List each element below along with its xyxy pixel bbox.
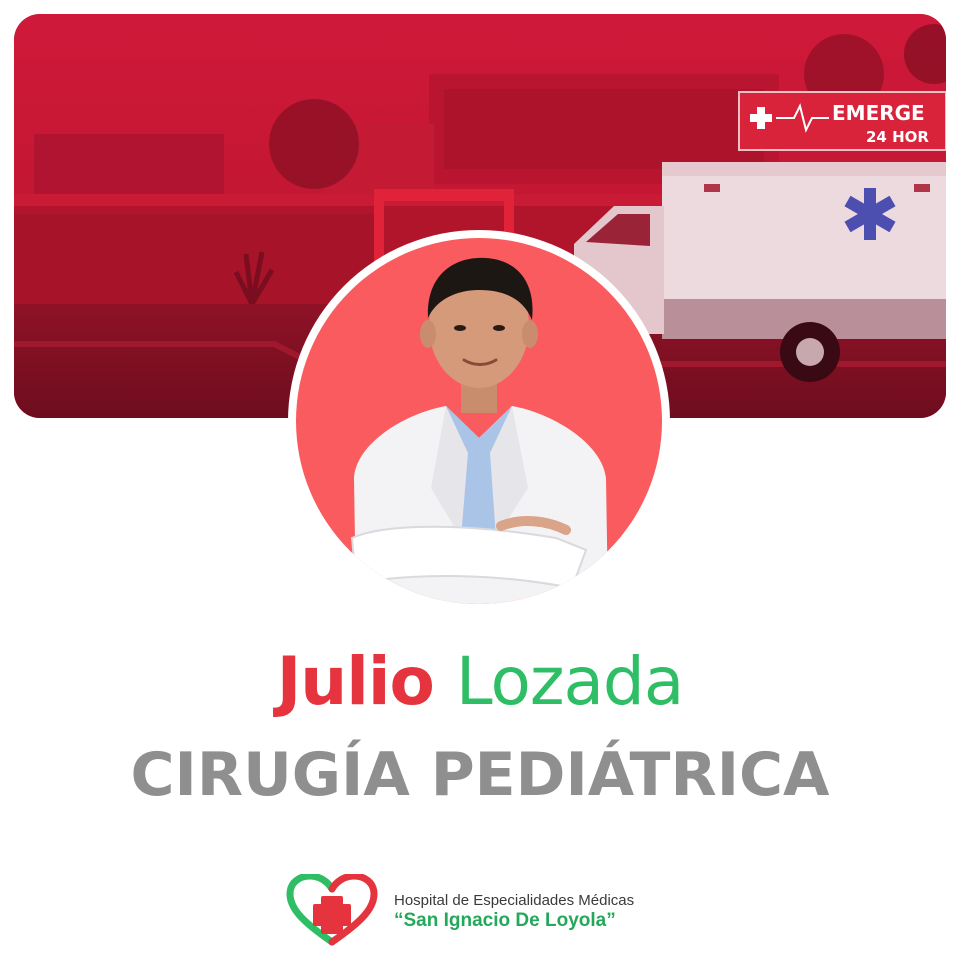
doctor-portrait: [350, 257, 608, 604]
hospital-name-line1: Hospital de Especialidades Médicas: [394, 892, 635, 909]
doctor-name: Julio Lozada: [0, 642, 960, 722]
heart-cross-icon: [286, 874, 378, 946]
doctor-last-name: Lozada: [455, 643, 684, 720]
emergency-sign-line1: EMERGE: [832, 101, 925, 125]
specialty-title: CIRUGÍA PEDIÁTRICA: [130, 740, 830, 810]
hospital-name-line2: “San Ignacio De Loyola”: [394, 910, 616, 931]
emergency-sign-line2: 24 HOR: [866, 128, 929, 146]
hospital-logo: Hospital de Especialidades Médicas “San …: [286, 874, 686, 946]
doctor-first-name: Julio: [276, 643, 435, 720]
avatar: [296, 238, 662, 604]
